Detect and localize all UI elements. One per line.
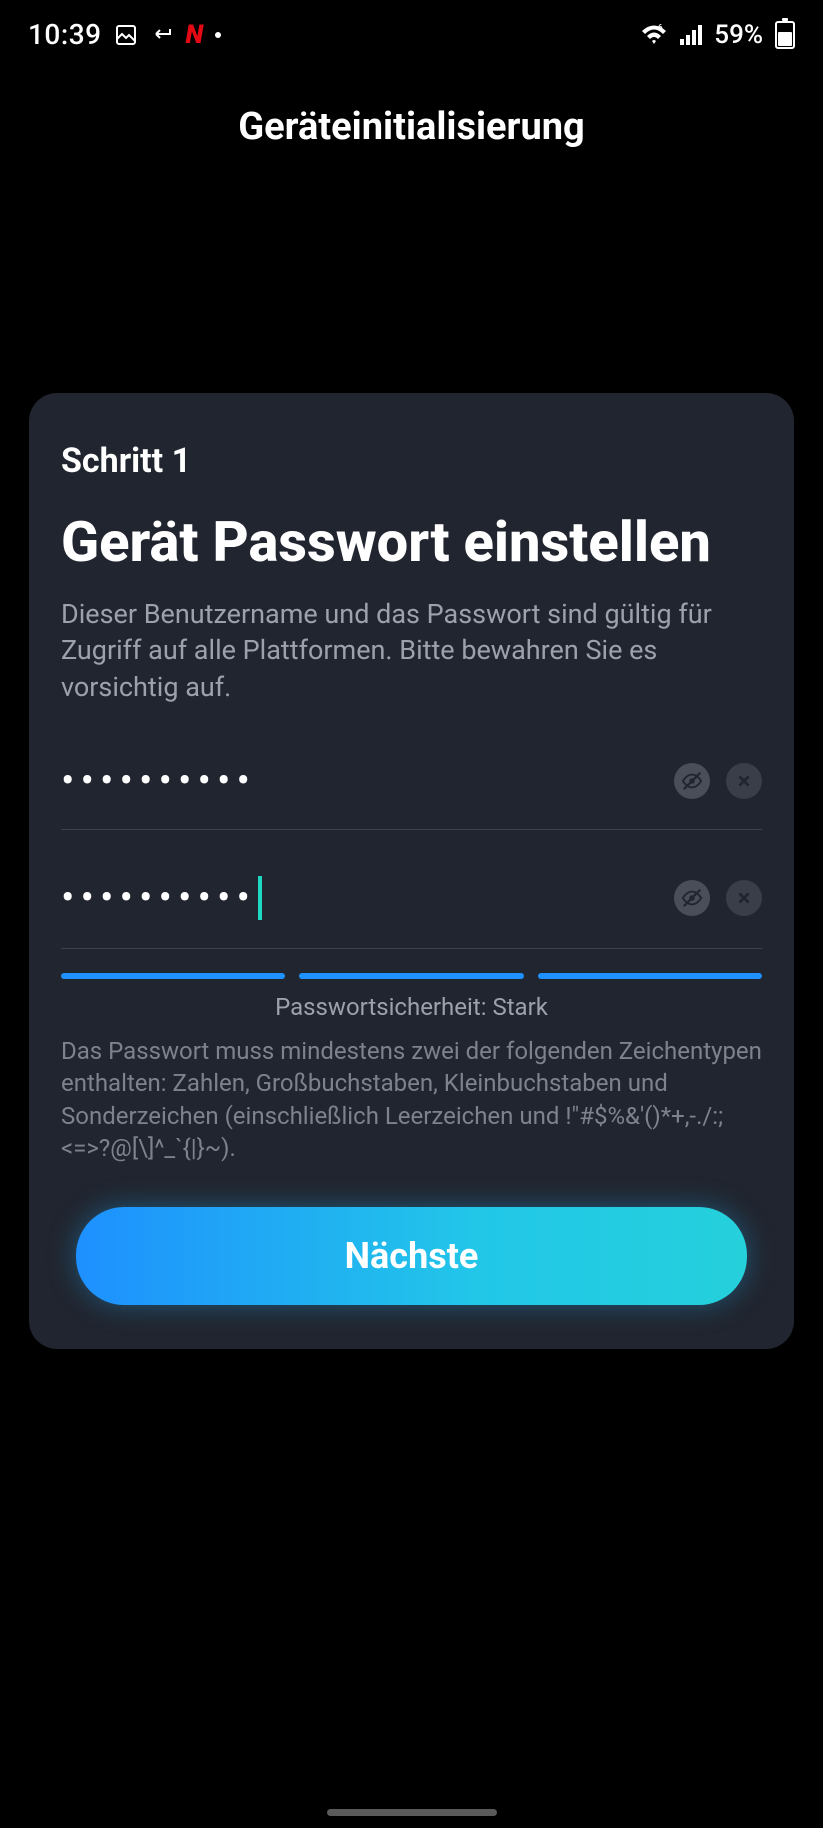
password-field-row: •••••••••• bbox=[61, 715, 762, 830]
setup-card: Schritt 1 Gerät Passwort einstellen Dies… bbox=[29, 393, 794, 1349]
confirm-password-field-row: •••••••••• bbox=[61, 830, 762, 949]
more-notifications-dot bbox=[215, 32, 221, 38]
text-cursor bbox=[258, 876, 262, 920]
next-button[interactable]: Nächste bbox=[76, 1207, 747, 1305]
picture-icon bbox=[114, 23, 138, 47]
confirm-password-input[interactable]: •••••••••• bbox=[61, 876, 658, 920]
strength-bar-1 bbox=[61, 973, 285, 979]
password-rules-text: Das Passwort muss mindestens zwei der fo… bbox=[61, 1035, 762, 1165]
svg-text:6: 6 bbox=[658, 24, 663, 32]
battery-percent: 59% bbox=[714, 20, 763, 50]
arrow-left-icon bbox=[150, 25, 174, 45]
clear-input-button[interactable] bbox=[726, 763, 762, 799]
strength-bar-3 bbox=[538, 973, 762, 979]
wifi-icon: 6 bbox=[640, 24, 668, 46]
page-title: Geräteinitialisierung bbox=[0, 105, 823, 149]
gesture-nav-handle[interactable] bbox=[327, 1809, 497, 1816]
clear-input-button[interactable] bbox=[726, 880, 762, 916]
card-subtitle: Dieser Benutzername und das Passwort sin… bbox=[61, 596, 762, 705]
battery-icon bbox=[775, 21, 795, 49]
password-input[interactable]: •••••••••• bbox=[61, 761, 658, 801]
password-strength-meter bbox=[61, 973, 762, 979]
password-masked-value: •••••••••• bbox=[61, 761, 256, 801]
card-title: Gerät Passwort einstellen bbox=[61, 511, 762, 574]
step-label: Schritt 1 bbox=[61, 441, 762, 481]
strength-bar-2 bbox=[299, 973, 523, 979]
netflix-icon: N bbox=[186, 20, 204, 50]
toggle-visibility-button[interactable] bbox=[674, 880, 710, 916]
status-bar: 10:39 N 6 59% bbox=[0, 0, 823, 63]
signal-icon bbox=[680, 25, 702, 45]
toggle-visibility-button[interactable] bbox=[674, 763, 710, 799]
clock: 10:39 bbox=[28, 18, 102, 51]
password-strength-label: Passwortsicherheit: Stark bbox=[61, 993, 762, 1021]
confirm-password-masked-value: •••••••••• bbox=[61, 878, 256, 918]
